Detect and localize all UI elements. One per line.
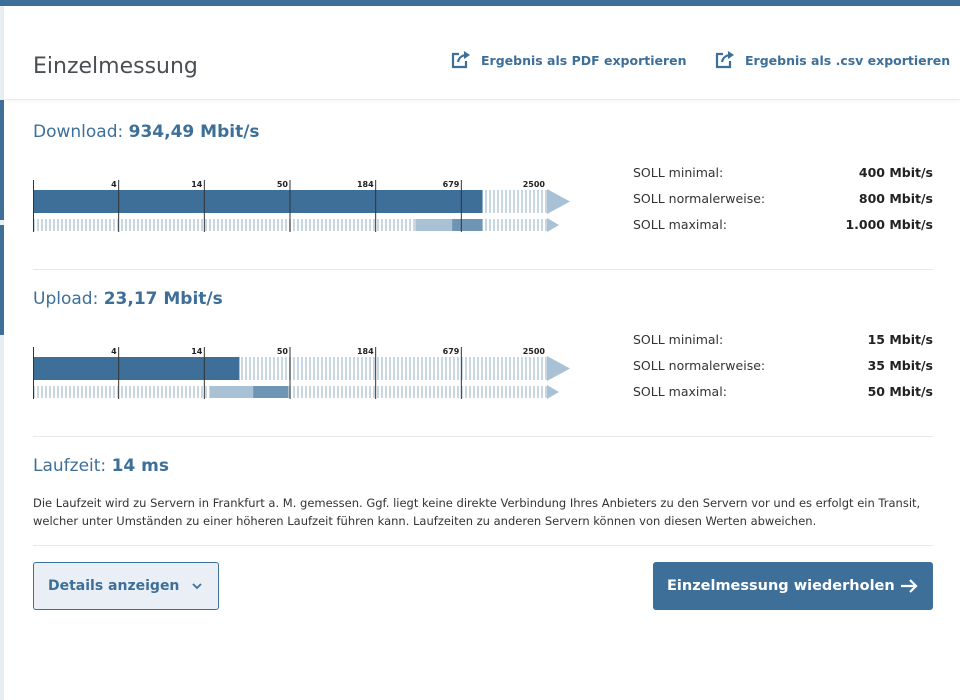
download-label: Download: — [33, 122, 124, 142]
scale-tick-label: 679 — [443, 180, 460, 189]
soll-value: 15 Mbit/s — [867, 331, 933, 347]
latency-label: Laufzeit: — [33, 456, 107, 476]
scale-tick-label: 2500 — [523, 180, 546, 189]
upload-heading: Upload: 23,17 Mbit/s — [33, 289, 223, 309]
soll-label: SOLL minimal: — [633, 164, 724, 180]
export-csv-label: Ergebnis als .csv exportieren — [745, 52, 951, 68]
latency-description: Die Laufzeit wird zu Servern in Frankfur… — [33, 496, 921, 528]
section-divider — [33, 269, 933, 270]
export-pdf-label: Ergebnis als PDF exportieren — [481, 52, 687, 68]
upload-soll-table: SOLL minimal: 15 Mbit/s SOLL normalerwei… — [633, 326, 933, 404]
soll-label: SOLL normalerweise: — [633, 357, 766, 373]
chevron-down-icon — [192, 583, 202, 590]
upload-value: 23,17 Mbit/s — [103, 289, 223, 309]
latency-heading: Laufzeit: 14 ms — [33, 456, 169, 476]
scale-tick-label: 2500 — [523, 347, 546, 356]
soll-row-normal: SOLL normalerweise: 35 Mbit/s — [633, 352, 933, 378]
soll-row-normal: SOLL normalerweise: 800 Mbit/s — [633, 185, 933, 211]
arrow-right-icon — [901, 579, 918, 593]
scale-tick-label: 184 — [357, 347, 374, 356]
details-button[interactable]: Details anzeigen — [33, 562, 219, 610]
soll-value: 35 Mbit/s — [867, 357, 933, 373]
soll-label: SOLL minimal: — [633, 331, 724, 347]
soll-row-maximal: SOLL maximal: 1.000 Mbit/s — [633, 211, 933, 237]
measured-bar — [33, 357, 240, 380]
download-heading: Download: 934,49 Mbit/s — [33, 122, 260, 142]
download-soll-table: SOLL minimal: 400 Mbit/s SOLL normalerwe… — [633, 159, 933, 237]
soll-normal-range-bar — [452, 219, 483, 231]
repeat-button-label: Einzelmessung wiederholen — [667, 578, 895, 594]
repeat-measurement-button[interactable]: Einzelmessung wiederholen — [653, 562, 933, 610]
meter-arrow — [547, 189, 570, 214]
scale-tick-label: 14 — [191, 180, 203, 189]
export-icon — [451, 51, 470, 69]
scale-tick-label: 4 — [111, 180, 117, 189]
scale-tick-label: 50 — [277, 347, 289, 356]
meter-arrow — [547, 356, 570, 381]
section-divider — [33, 436, 933, 437]
download-speed-meter: 4 14 50 184 679 2500 — [33, 180, 570, 232]
soll-value: 400 Mbit/s — [858, 164, 933, 180]
scale-tick-label: 679 — [443, 347, 460, 356]
latency-value: 14 ms — [111, 456, 169, 476]
soll-label: SOLL maximal: — [633, 216, 727, 232]
soll-arrow — [547, 218, 559, 232]
scale-tick-label: 4 — [111, 347, 117, 356]
export-pdf-link[interactable]: Ergebnis als PDF exportieren — [450, 50, 687, 70]
download-value: 934,49 Mbit/s — [128, 122, 260, 142]
soll-label: SOLL normalerweise: — [633, 190, 766, 206]
measured-bar — [33, 190, 483, 213]
soll-arrow — [547, 385, 559, 399]
scale-tick-label: 50 — [277, 180, 289, 189]
soll-row-maximal: SOLL maximal: 50 Mbit/s — [633, 378, 933, 404]
scale-tick-label: 14 — [191, 347, 203, 356]
soll-value: 1.000 Mbit/s — [845, 216, 933, 232]
upload-speed-meter: 4 14 50 184 679 2500 — [33, 347, 570, 399]
section-divider — [33, 545, 933, 546]
page-title: Einzelmessung — [33, 54, 198, 79]
scale-tick-label: 184 — [357, 180, 374, 189]
soll-label: SOLL maximal: — [633, 383, 727, 399]
soll-row-minimal: SOLL minimal: 15 Mbit/s — [633, 326, 933, 352]
soll-value: 50 Mbit/s — [867, 383, 933, 399]
soll-normal-range-bar — [253, 386, 289, 398]
export-icon — [715, 51, 734, 69]
soll-row-minimal: SOLL minimal: 400 Mbit/s — [633, 159, 933, 185]
export-csv-link[interactable]: Ergebnis als .csv exportieren — [714, 50, 950, 70]
left-rail-marker — [0, 100, 4, 220]
details-button-label: Details anzeigen — [48, 578, 180, 594]
soll-value: 800 Mbit/s — [858, 190, 933, 206]
left-rail-marker — [0, 225, 4, 335]
upload-label: Upload: — [33, 289, 99, 309]
